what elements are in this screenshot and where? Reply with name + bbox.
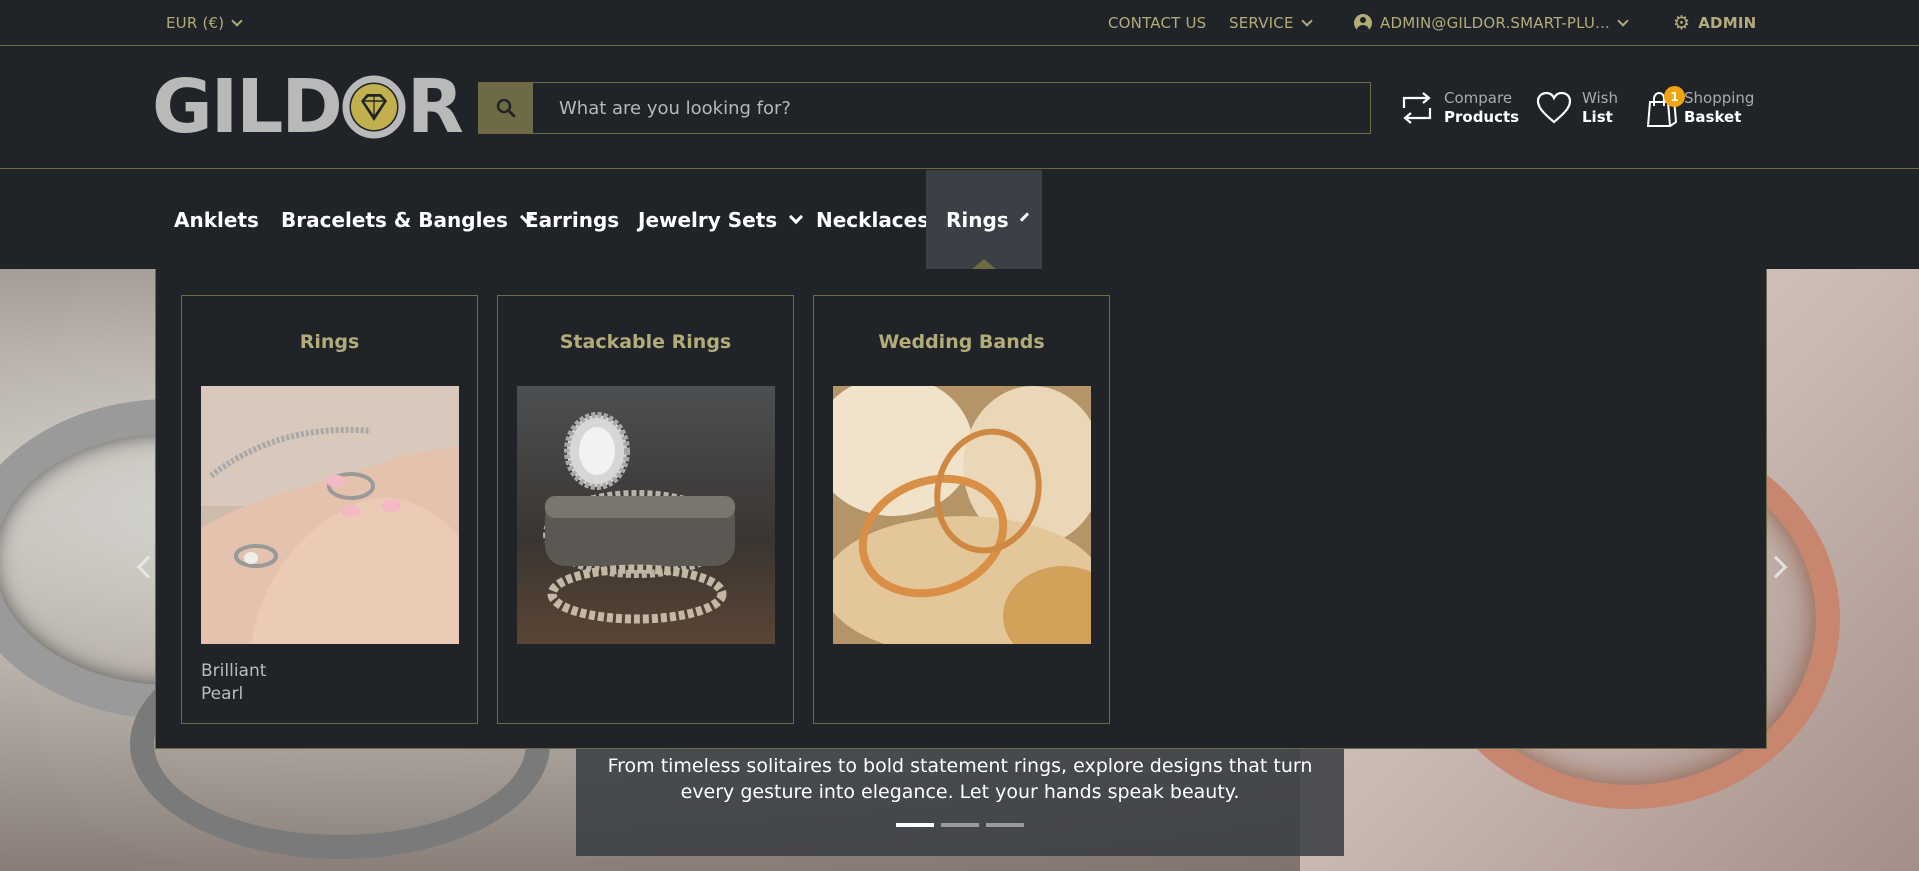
gear-icon: ⚙ <box>1673 11 1691 34</box>
mega-card-wedding-bands[interactable]: Wedding Bands <box>813 295 1110 724</box>
subcategory-pearl[interactable]: Pearl <box>201 683 266 706</box>
compare-label-1: Compare <box>1444 89 1513 107</box>
basket-label-1: Shopping <box>1684 89 1755 107</box>
logo-text-left: GILD <box>152 64 343 150</box>
top-bar: EUR (€) CONTACT US SERVICE ADMIN@GILDOR.… <box>0 0 1919 46</box>
contact-us-label: CONTACT US <box>1108 14 1207 32</box>
currency-selector[interactable]: EUR (€) <box>166 0 243 46</box>
carousel-dot[interactable] <box>941 823 979 827</box>
main-nav: Anklets Bracelets & Bangles Earrings Jew… <box>0 170 1919 269</box>
mega-card-rings[interactable]: Rings Brilliant Pearl <box>181 295 478 724</box>
nav-label: Anklets <box>174 207 259 232</box>
mega-card-title[interactable]: Wedding Bands <box>814 331 1109 353</box>
user-icon <box>1354 14 1372 32</box>
mega-card-stackable-rings[interactable]: Stackable Rings <box>497 295 794 724</box>
nav-label: Necklaces <box>816 207 930 232</box>
search-button[interactable] <box>479 83 533 133</box>
service-menu[interactable]: SERVICE <box>1229 0 1313 46</box>
contact-us-link[interactable]: CONTACT US <box>1108 0 1206 46</box>
wish-label-2: List <box>1582 108 1613 126</box>
service-label: SERVICE <box>1229 14 1294 32</box>
compare-label-2: Products <box>1444 108 1520 126</box>
site-header: GILD R Compare Products <box>0 47 1919 169</box>
basket-count-badge: 1 <box>1664 86 1685 107</box>
search-bar <box>478 82 1371 134</box>
nav-label: Earrings <box>525 207 620 232</box>
admin-link[interactable]: ⚙ ADMIN <box>1673 0 1756 46</box>
mega-card-title[interactable]: Stackable Rings <box>498 331 793 353</box>
search-icon <box>496 98 516 118</box>
carousel-indicators <box>576 823 1344 827</box>
wish-label-1: Wish <box>1582 89 1618 107</box>
compare-icon <box>1402 92 1432 124</box>
logo-text-right: R <box>406 64 464 150</box>
diamond-logo-icon <box>342 75 406 139</box>
nav-label: Bracelets & Bangles <box>281 207 508 232</box>
chevron-down-icon <box>1300 14 1313 27</box>
subcategory-brilliant[interactable]: Brilliant <box>201 660 266 683</box>
wedding-bands-category-image[interactable] <box>833 386 1091 644</box>
account-menu[interactable]: ADMIN@GILDOR.SMART-PLU... <box>1354 0 1629 46</box>
chevron-down-icon <box>1617 14 1629 27</box>
rings-subcategories: Brilliant Pearl <box>201 660 266 706</box>
chevron-down-icon <box>231 14 243 27</box>
rings-mega-menu: Rings Brilliant Pearl Stackable Rings We… <box>155 269 1767 749</box>
nav-item-rings[interactable]: Rings <box>926 170 1042 269</box>
nav-item-jewelry-sets[interactable]: Jewelry Sets <box>618 170 821 269</box>
currency-label: EUR (€) <box>166 14 225 32</box>
stackable-rings-category-image[interactable] <box>517 386 775 644</box>
chevron-down-icon <box>1019 211 1029 222</box>
carousel-dot[interactable] <box>986 823 1024 827</box>
mega-card-title[interactable]: Rings <box>182 331 477 353</box>
shopping-basket-link[interactable]: 1 Shopping Basket <box>1646 83 1754 133</box>
search-input[interactable] <box>533 83 1370 133</box>
carousel-dot[interactable] <box>896 823 934 827</box>
wish-list-link[interactable]: Wish List <box>1536 83 1618 133</box>
rings-category-image[interactable] <box>201 386 459 644</box>
basket-label-2: Basket <box>1684 108 1742 126</box>
account-label: ADMIN@GILDOR.SMART-PLU... <box>1380 14 1611 32</box>
admin-label: ADMIN <box>1698 14 1757 32</box>
hero-caption: From timeless solitaires to bold stateme… <box>576 739 1344 856</box>
logo[interactable]: GILD R <box>152 70 464 144</box>
heart-icon <box>1536 91 1572 124</box>
nav-label: Rings <box>946 207 1009 232</box>
nav-label: Jewelry Sets <box>638 207 778 232</box>
compare-products-link[interactable]: Compare Products <box>1400 83 1519 133</box>
